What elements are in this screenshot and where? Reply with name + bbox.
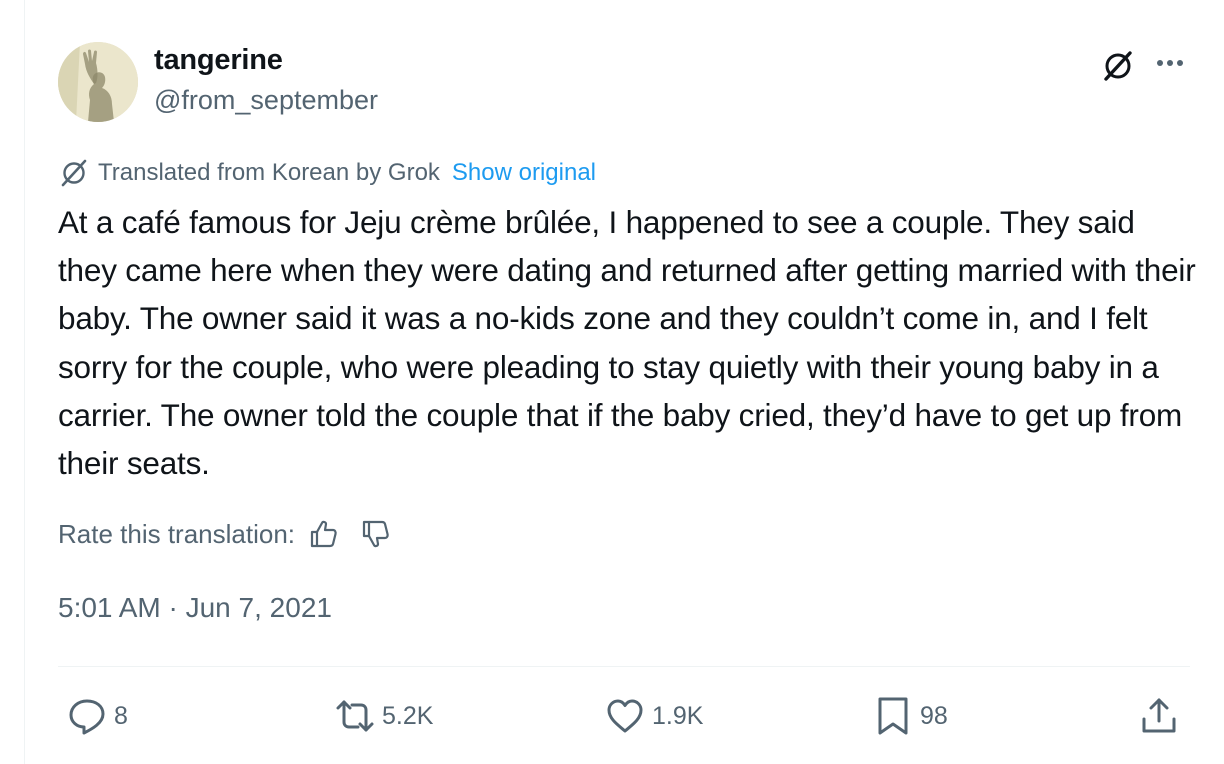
show-original-link[interactable]: Show original (452, 159, 596, 187)
more-icon[interactable] (1150, 48, 1190, 78)
rate-translation: Rate this translation: (58, 514, 393, 554)
bookmark-count: 98 (920, 701, 948, 730)
repost-count: 5.2K (382, 701, 434, 730)
thumbs-up-icon[interactable] (307, 517, 341, 551)
heart-icon (607, 699, 643, 733)
repost-icon (336, 700, 374, 732)
like-button[interactable]: 1.9K (604, 694, 703, 738)
reply-count: 8 (114, 701, 128, 730)
share-button[interactable] (1138, 694, 1180, 738)
share-icon (1142, 698, 1176, 733)
avatar[interactable] (58, 42, 138, 122)
reply-button[interactable]: 8 (66, 694, 128, 738)
bookmark-button[interactable]: 98 (872, 694, 948, 738)
avatar-image (58, 42, 138, 122)
translation-label: Translated from Korean by Grok (98, 159, 440, 186)
repost-button[interactable]: 5.2K (334, 694, 433, 738)
tweet-timestamp[interactable]: 5:01 AM · Jun 7, 2021 (58, 592, 332, 624)
display-name[interactable]: tangerine (154, 44, 283, 77)
tweet-card: tangerine @from_september Translated fro… (0, 0, 1224, 764)
user-handle[interactable]: @from_september (154, 85, 378, 116)
reply-icon (69, 699, 105, 735)
grok-icon[interactable] (1100, 48, 1136, 84)
like-count: 1.9K (652, 701, 704, 730)
card-left-border (24, 0, 25, 764)
bookmark-icon (878, 697, 908, 735)
rate-translation-label: Rate this translation: (58, 518, 296, 549)
grok-icon (61, 159, 87, 187)
thumbs-down-icon[interactable] (359, 517, 393, 551)
tweet-text: At a café famous for Jeju crème brûlée, … (58, 204, 1196, 482)
divider (58, 666, 1190, 667)
translation-notice: Translated from Korean by Grok Show orig… (58, 156, 596, 190)
